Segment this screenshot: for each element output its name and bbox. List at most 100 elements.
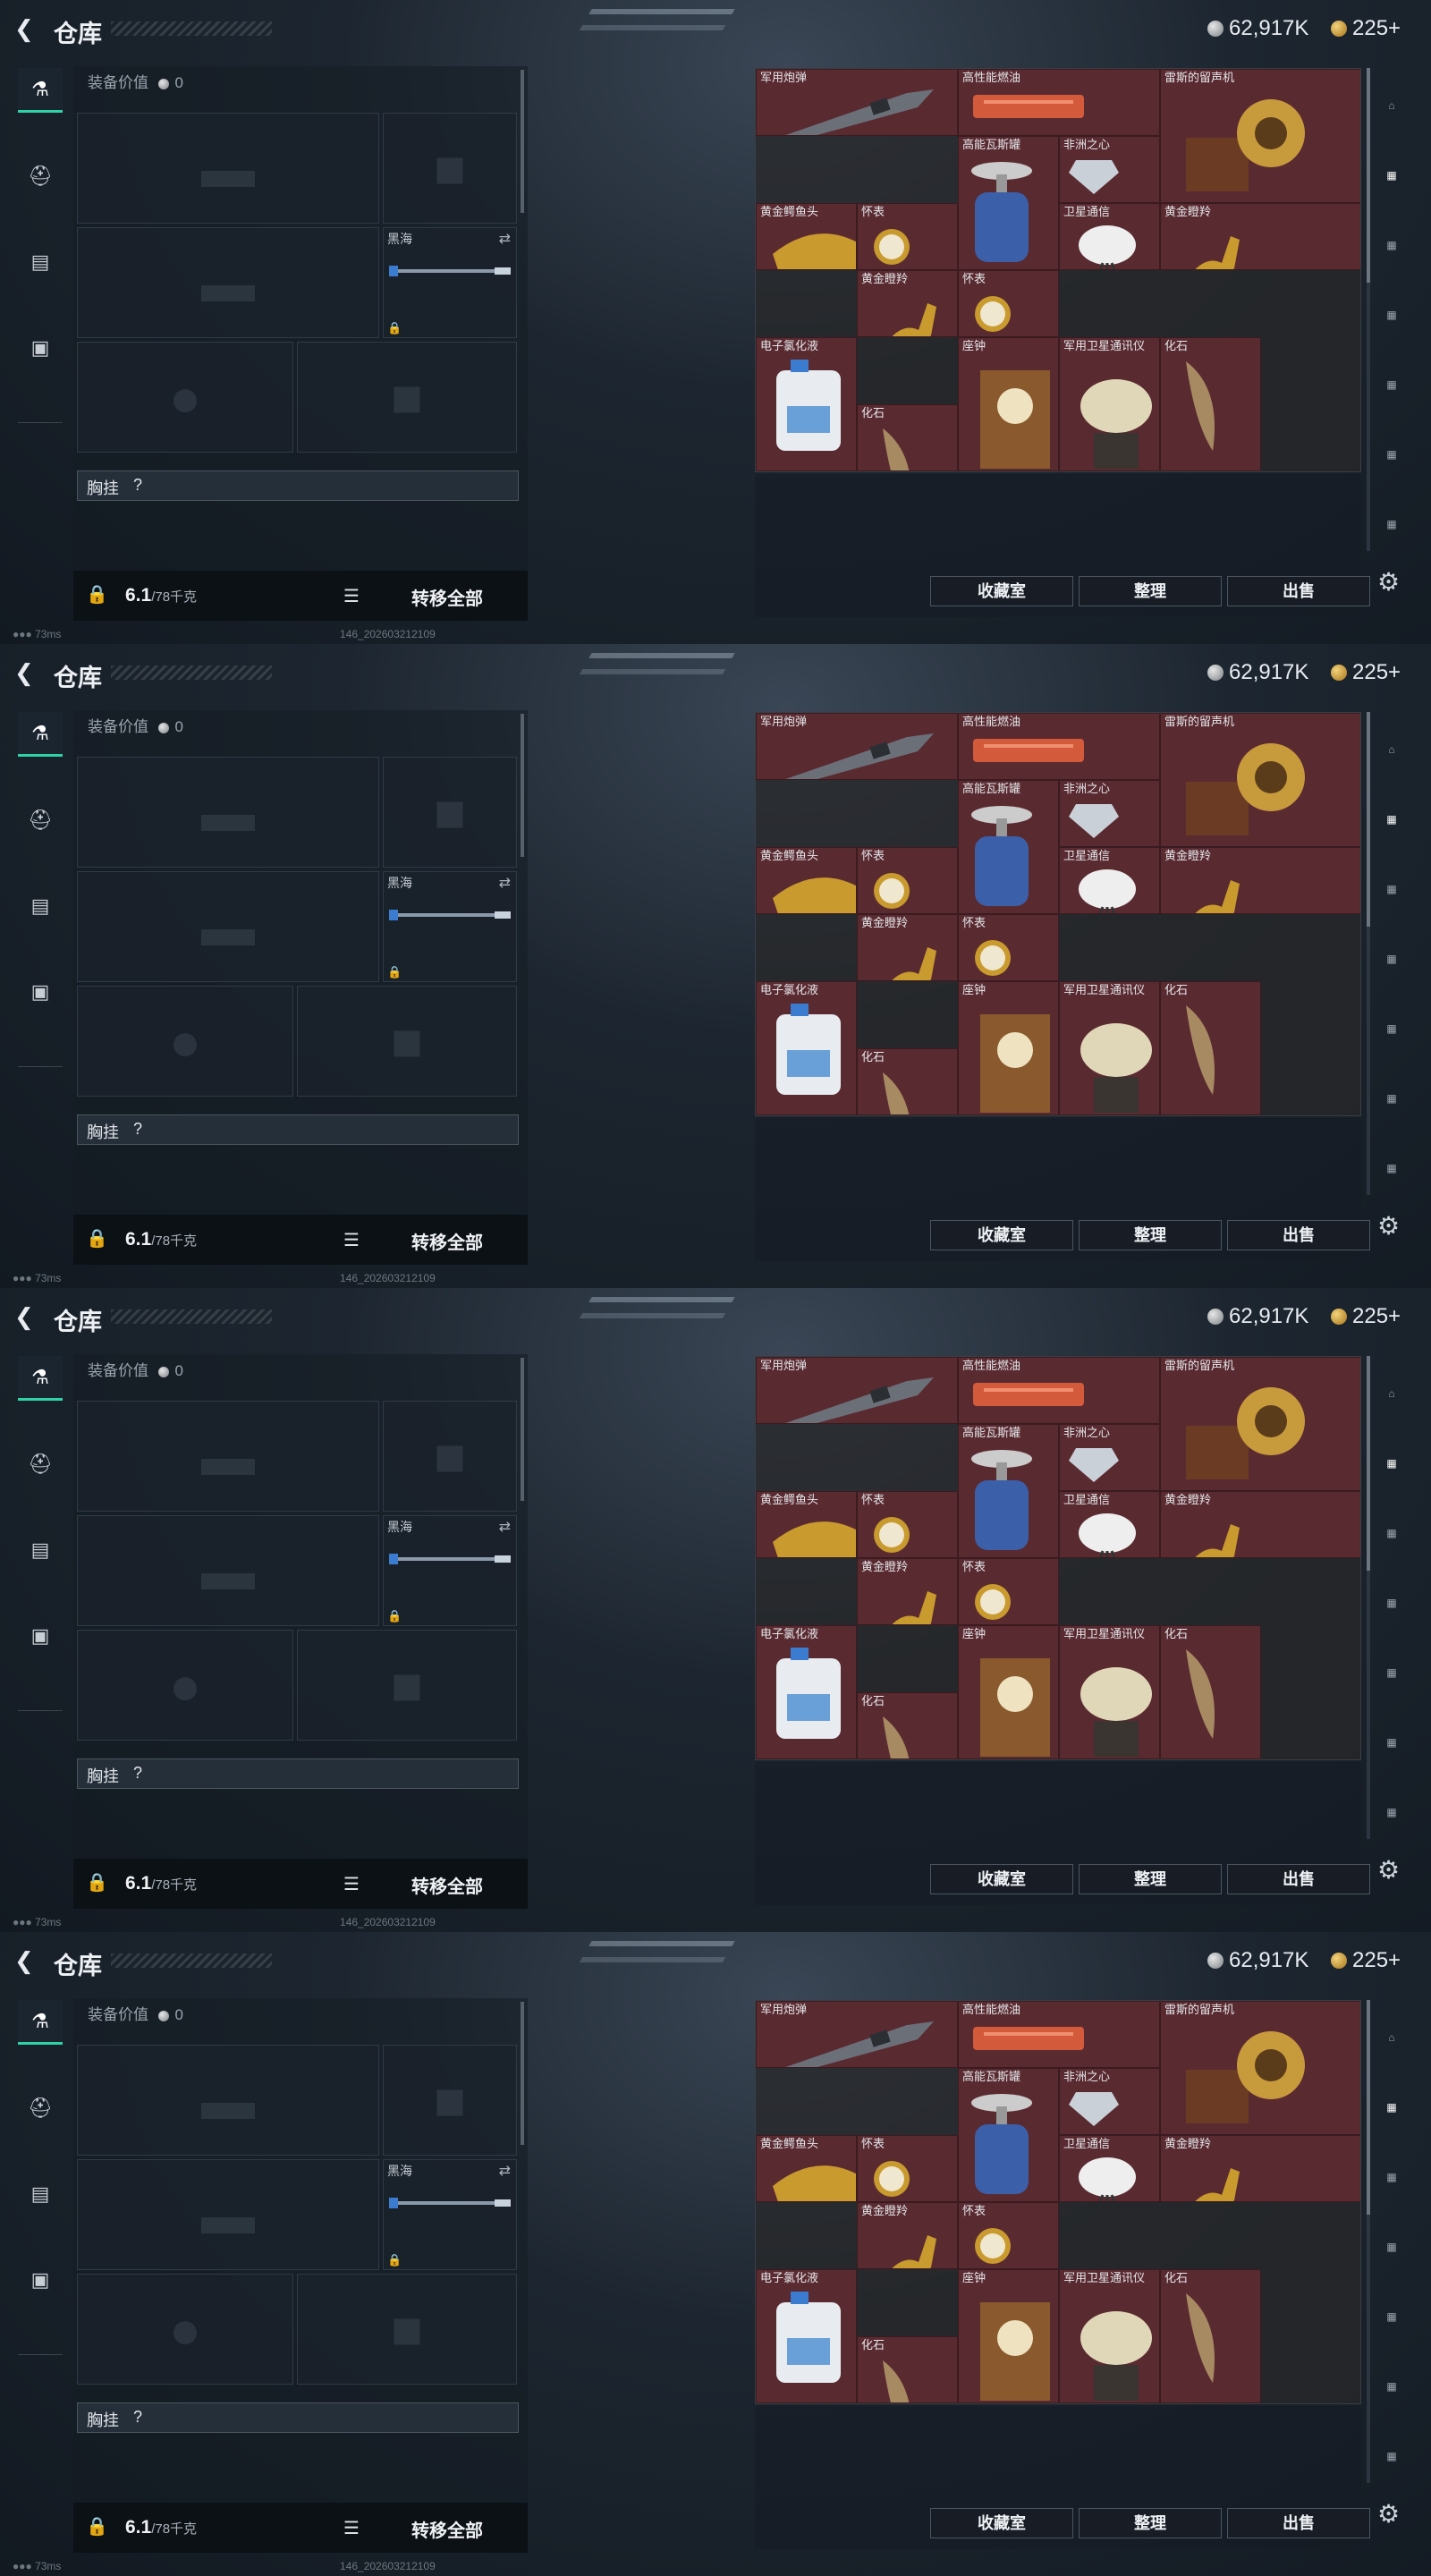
settings-gear-icon[interactable]: ⚙	[1377, 567, 1400, 597]
chest-rig-slot[interactable]: 胸挂 ?	[77, 2402, 519, 2433]
tab-storage-5-icon[interactable]: ▦	[1372, 1723, 1411, 1762]
sort-button[interactable]: 整理	[1079, 1864, 1222, 1894]
list-icon[interactable]: ☰	[343, 1229, 360, 1251]
back-icon[interactable]: ❮	[14, 1304, 39, 1329]
inventory-scrollbar[interactable]	[1367, 2000, 1370, 2483]
inventory-item[interactable]: 电子氯化液	[756, 337, 857, 471]
nav-weapons-icon[interactable]: ⚗	[18, 2000, 63, 2045]
inventory-item[interactable]: 军用炮弹	[756, 1357, 958, 1424]
tab-storage-2-icon[interactable]: ▦	[1372, 2157, 1411, 2197]
tab-storage-1-icon[interactable]: ▦	[1372, 156, 1411, 195]
inventory-scrollbar[interactable]	[1367, 68, 1370, 551]
nav-armor-icon[interactable]: ⛑	[18, 1442, 63, 1487]
equipment-scrollbar[interactable]	[521, 1358, 524, 1501]
nav-backpack-icon[interactable]: ▤	[18, 884, 63, 928]
inventory-item[interactable]: 化石	[1160, 981, 1261, 1115]
tab-storage-3-icon[interactable]: ▦	[1372, 295, 1411, 335]
sort-button[interactable]: 整理	[1079, 576, 1222, 606]
transfer-all-button[interactable]: 转移全部	[411, 584, 483, 610]
inventory-item[interactable]: 怀表	[857, 203, 958, 270]
inventory-item[interactable]: 黄金瞪羚	[857, 2202, 958, 2269]
inventory-item[interactable]: 卫星通信	[1059, 203, 1160, 270]
pistol-slot[interactable]: ■	[383, 757, 517, 868]
melee-slot[interactable]: 黑海 ⇄ 🔒	[383, 1515, 517, 1626]
inventory-item[interactable]: 座钟	[958, 337, 1059, 471]
inventory-item[interactable]: 卫星通信	[1059, 1491, 1160, 1558]
inventory-item[interactable]: 军用炮弹	[756, 713, 958, 780]
helmet-slot[interactable]: ●	[77, 2274, 293, 2385]
secondary-weapon-slot[interactable]: ▬	[77, 1515, 379, 1626]
nav-case-icon[interactable]: ▣	[18, 970, 63, 1014]
tab-storage-1-icon[interactable]: ▦	[1372, 800, 1411, 839]
tab-storage-2-icon[interactable]: ▦	[1372, 225, 1411, 265]
inventory-item[interactable]: 电子氯化液	[756, 1625, 857, 1759]
sell-button[interactable]: 出售	[1227, 576, 1370, 606]
inventory-scrollbar[interactable]	[1367, 1356, 1370, 1839]
inventory-item[interactable]: 黄金瞪羚	[1160, 1491, 1360, 1558]
transfer-all-button[interactable]: 转移全部	[411, 1228, 483, 1254]
sort-button[interactable]: 整理	[1079, 1220, 1222, 1250]
nav-backpack-icon[interactable]: ▤	[18, 1528, 63, 1572]
swap-icon[interactable]: ⇄	[499, 1518, 511, 1536]
inventory-item[interactable]: 黄金鳄鱼头	[756, 847, 857, 914]
inventory-item[interactable]: 雷斯的留声机	[1160, 713, 1360, 847]
tab-storage-4-icon[interactable]: ▦	[1372, 365, 1411, 404]
inventory-item[interactable]: 黄金瞪羚	[1160, 2135, 1360, 2202]
nav-armor-icon[interactable]: ⛑	[18, 798, 63, 843]
inventory-item[interactable]: 黄金瞪羚	[857, 914, 958, 981]
inventory-item[interactable]: 化石	[1160, 337, 1261, 471]
inventory-item[interactable]: 怀表	[958, 270, 1059, 337]
inventory-item[interactable]: 雷斯的留声机	[1160, 2001, 1360, 2135]
inventory-item[interactable]: 卫星通信	[1059, 847, 1160, 914]
inventory-item[interactable]: 高能瓦斯罐	[958, 780, 1059, 914]
back-icon[interactable]: ❮	[14, 660, 39, 685]
tab-storage-6-icon[interactable]: ▦	[1372, 504, 1411, 544]
nav-backpack-icon[interactable]: ▤	[18, 2172, 63, 2216]
tab-storage-3-icon[interactable]: ▦	[1372, 939, 1411, 979]
inventory-item[interactable]: 雷斯的留声机	[1160, 1357, 1360, 1491]
tab-storage-6-icon[interactable]: ▦	[1372, 2436, 1411, 2476]
pistol-slot[interactable]: ■	[383, 113, 517, 224]
inventory-item[interactable]: 座钟	[958, 2269, 1059, 2403]
sell-button[interactable]: 出售	[1227, 1220, 1370, 1250]
inventory-item[interactable]: 高性能燃油	[958, 713, 1160, 780]
inventory-item[interactable]: 高能瓦斯罐	[958, 2068, 1059, 2202]
tab-home-icon[interactable]: ⌂	[1372, 86, 1411, 125]
inventory-item[interactable]: 怀表	[857, 1491, 958, 1558]
sort-button[interactable]: 整理	[1079, 2508, 1222, 2538]
tab-storage-3-icon[interactable]: ▦	[1372, 1583, 1411, 1623]
tab-storage-4-icon[interactable]: ▦	[1372, 1653, 1411, 1692]
secondary-weapon-slot[interactable]: ▬	[77, 2159, 379, 2270]
tab-storage-1-icon[interactable]: ▦	[1372, 1444, 1411, 1483]
inventory-item[interactable]: 化石	[857, 1048, 958, 1115]
armor-slot[interactable]: ■	[297, 986, 517, 1097]
tab-storage-2-icon[interactable]: ▦	[1372, 869, 1411, 909]
inventory-item[interactable]: 座钟	[958, 981, 1059, 1115]
inventory-item[interactable]: 化石	[857, 1692, 958, 1759]
inventory-item[interactable]: 黄金瞪羚	[857, 270, 958, 337]
helmet-slot[interactable]: ●	[77, 342, 293, 453]
transfer-all-button[interactable]: 转移全部	[411, 1872, 483, 1898]
tab-storage-1-icon[interactable]: ▦	[1372, 2088, 1411, 2127]
tab-storage-3-icon[interactable]: ▦	[1372, 2227, 1411, 2267]
secondary-weapon-slot[interactable]: ▬	[77, 871, 379, 982]
tab-home-icon[interactable]: ⌂	[1372, 1374, 1411, 1413]
inventory-item[interactable]: 高性能燃油	[958, 69, 1160, 136]
inventory-item[interactable]: 非洲之心	[1059, 1424, 1160, 1491]
inventory-item[interactable]: 非洲之心	[1059, 2068, 1160, 2135]
list-icon[interactable]: ☰	[343, 585, 360, 607]
tab-home-icon[interactable]: ⌂	[1372, 2018, 1411, 2057]
inventory-item[interactable]: 黄金鳄鱼头	[756, 1491, 857, 1558]
nav-weapons-icon[interactable]: ⚗	[18, 1356, 63, 1401]
armor-slot[interactable]: ■	[297, 1630, 517, 1741]
inventory-item[interactable]: 黄金瞪羚	[1160, 203, 1360, 270]
inventory-item[interactable]: 化石	[1160, 1625, 1261, 1759]
inventory-item[interactable]: 座钟	[958, 1625, 1059, 1759]
armor-slot[interactable]: ■	[297, 342, 517, 453]
nav-armor-icon[interactable]: ⛑	[18, 2086, 63, 2131]
inventory-item[interactable]: 军用卫星通讯仪	[1059, 2269, 1160, 2403]
sell-button[interactable]: 出售	[1227, 1864, 1370, 1894]
equipment-scrollbar[interactable]	[521, 714, 524, 857]
nav-armor-icon[interactable]: ⛑	[18, 154, 63, 199]
nav-weapons-icon[interactable]: ⚗	[18, 712, 63, 757]
